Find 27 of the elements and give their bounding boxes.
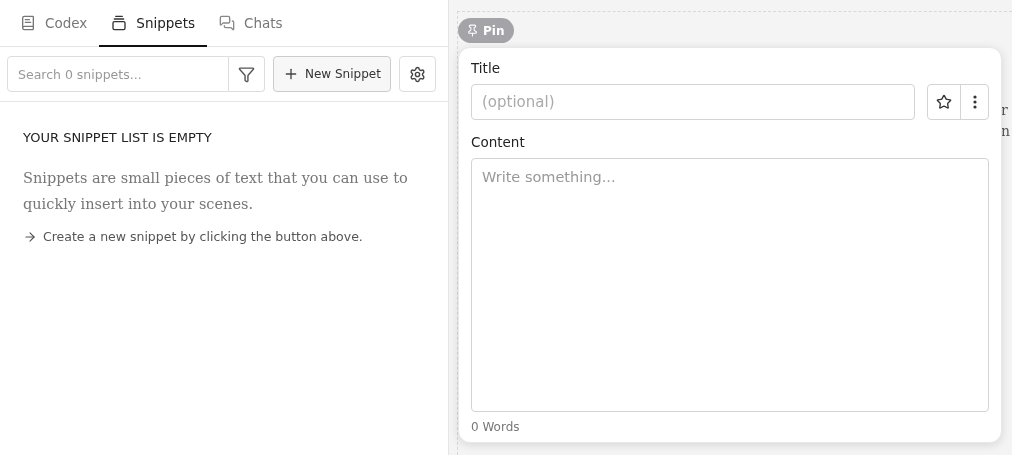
empty-description: Snippets are small pieces of text that you can use to quickly insert into your scenes. — [23, 169, 409, 214]
pin-icon — [466, 24, 479, 37]
hint-text: Create a new snippet by clicking the button above. — [43, 229, 363, 244]
title-field[interactable]: (optional) — [471, 84, 915, 120]
word-count: 0 Words — [471, 420, 521, 434]
settings-button[interactable] — [398, 56, 436, 92]
content-field[interactable]: Write something... — [471, 158, 989, 412]
star-icon — [936, 94, 952, 110]
content-label: Content — [471, 134, 526, 150]
filter-icon — [238, 65, 255, 83]
chat-icon — [219, 14, 235, 31]
empty-heading: YOUR SNIPPET LIST IS EMPTY — [23, 130, 213, 145]
search-field[interactable]: Search 0 snippets... — [7, 56, 229, 92]
tab[interactable]: Chats — [207, 0, 295, 47]
pin-button[interactable]: Pin — [458, 18, 515, 43]
tab[interactable]: Snippets — [99, 0, 207, 47]
tab[interactable]: Codex — [8, 0, 100, 47]
background-text: r — [1000, 102, 1009, 118]
book-icon — [20, 14, 36, 31]
new-snippet-button[interactable]: New Snippet — [273, 56, 391, 92]
filter-button[interactable] — [229, 56, 265, 92]
title-label: Title — [471, 60, 501, 76]
background-text: n — [1000, 123, 1010, 139]
plus-icon — [283, 66, 299, 82]
settings-icon — [408, 65, 426, 83]
more-icon — [972, 95, 977, 109]
stack-icon — [111, 14, 128, 31]
